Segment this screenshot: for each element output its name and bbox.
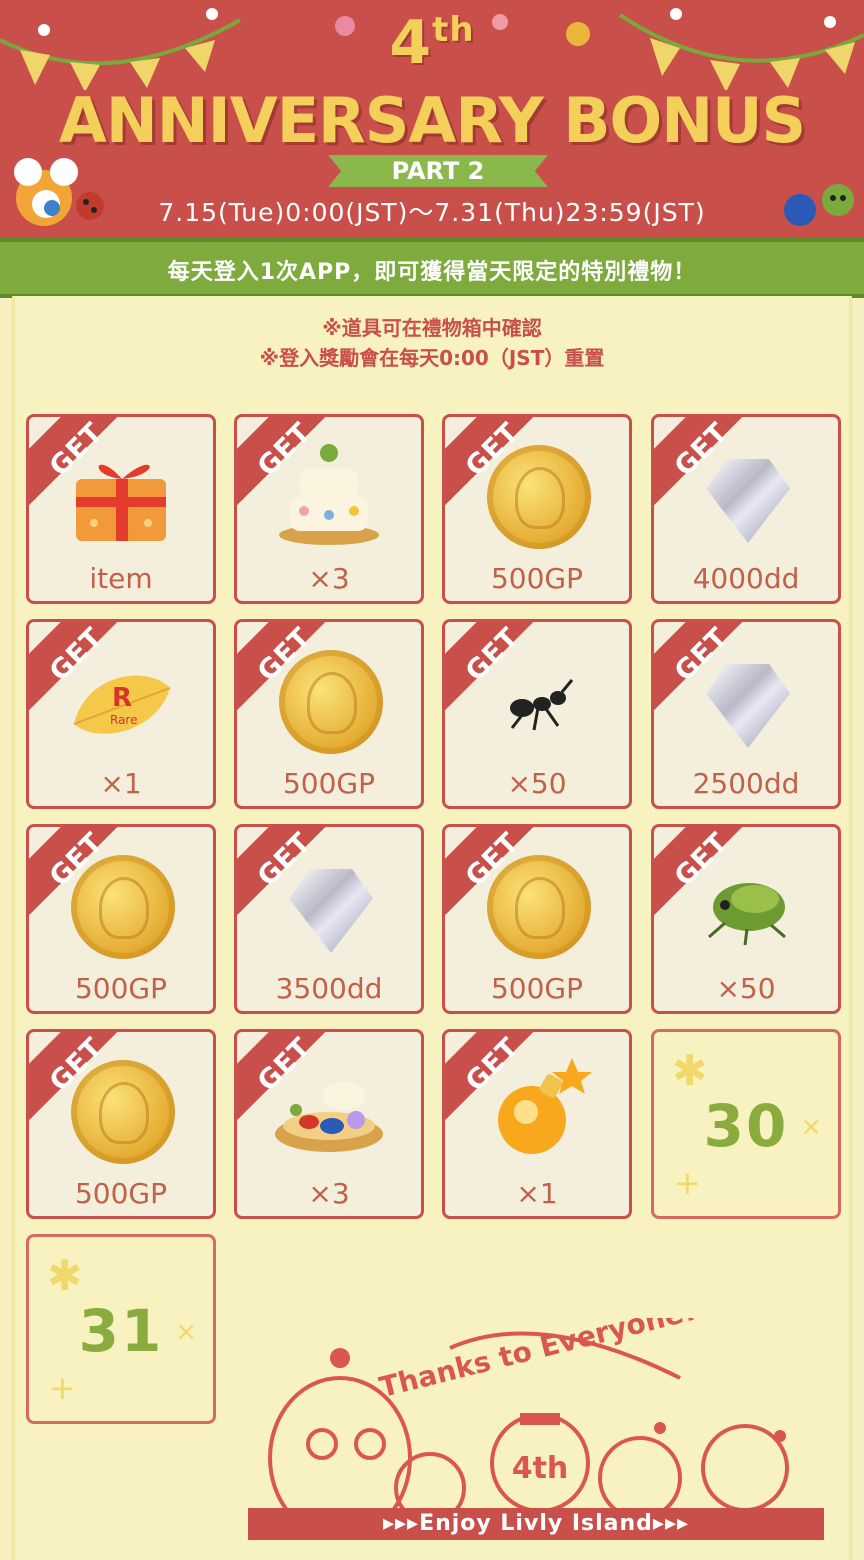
title-suffix: th <box>432 10 475 50</box>
enjoy-banner: ▸▸▸Enjoy Livly Island▸▸▸ <box>248 1508 824 1540</box>
note-gift-box: ※道具可在禮物箱中確認 <box>322 316 542 340</box>
reward-card-day-15[interactable]: GET ×1 <box>442 1029 632 1219</box>
x-mark: × <box>175 1317 197 1347</box>
reward-card-day-5[interactable]: R Rare GET ×1 <box>26 619 216 809</box>
event-dates: 7.15(Tue)0:00(JST)～7.31(Thu)23:59(JST) <box>158 198 706 227</box>
reward-card-day-12[interactable]: GET ×50 <box>651 824 841 1014</box>
mascot-bugs-icon <box>784 184 854 226</box>
reward-card-day-2[interactable]: GET ×3 <box>234 414 424 604</box>
plus-decoration-icon: + <box>49 1369 76 1407</box>
reward-label: ×3 <box>308 1177 350 1210</box>
thanks-text: Thanks to Everyone! <box>376 1318 699 1404</box>
banner-text: 每天登入1次APP，即可獲得當天限定的特別禮物！ <box>167 260 697 285</box>
reward-card-day-11[interactable]: GET 500GP <box>442 824 632 1014</box>
reward-card-day-10[interactable]: GET 3500dd <box>234 824 424 1014</box>
reward-card-day-14[interactable]: GET ×3 <box>234 1029 424 1219</box>
reward-label: 2500dd <box>692 767 800 800</box>
reward-label: ×50 <box>507 767 567 800</box>
star-decoration-icon: ✱ <box>47 1251 83 1300</box>
reward-card-day-13[interactable]: GET 500GP <box>26 1029 216 1219</box>
svg-text:R: R <box>112 683 132 713</box>
reward-label: ×1 <box>516 1177 558 1210</box>
reward-card-day-4[interactable]: GET 4000dd <box>651 414 841 604</box>
reward-card-day-7[interactable]: GET ×50 <box>442 619 632 809</box>
reward-card-day-9[interactable]: GET 500GP <box>26 824 216 1014</box>
x-mark: × <box>800 1112 822 1142</box>
reward-card-day-8[interactable]: GET 2500dd <box>651 619 841 809</box>
reward-label: ×3 <box>308 562 350 595</box>
note-reset-time: ※登入獎勵會在每天0:00（JST）重置 <box>259 346 605 370</box>
mascot-mouse-icon <box>14 158 104 226</box>
reward-label: 500GP <box>74 972 168 1005</box>
reward-label: 500GP <box>490 972 584 1005</box>
header: 4th ANNIVERSARY BONUS PART 2 7.15(Tue)0:… <box>0 0 864 240</box>
reward-label: ×50 <box>716 972 776 1005</box>
reward-label: 500GP <box>74 1177 168 1210</box>
reward-label: 3500dd <box>275 972 383 1005</box>
reward-label: item <box>89 562 153 595</box>
star-decoration-icon: ✱ <box>672 1046 708 1095</box>
anniversary-badge-text: 4th <box>512 1451 569 1486</box>
info-banner: 每天登入1次APP，即可獲得當天限定的特別禮物！ <box>0 238 864 298</box>
reward-card-day-1[interactable]: GET item <box>26 414 216 604</box>
reward-card-day-6[interactable]: GET 500GP <box>234 619 424 809</box>
title-anniversary-number: 4th <box>0 8 864 78</box>
page-title: ANNIVERSARY BONUS <box>58 84 806 157</box>
reward-label: 4000dd <box>692 562 800 595</box>
svg-text:Rare: Rare <box>110 713 137 727</box>
reward-label: 500GP <box>282 767 376 800</box>
reward-label: ×1 <box>100 767 142 800</box>
title-number: 4 <box>389 8 433 78</box>
plus-decoration-icon: + <box>674 1164 701 1202</box>
reward-card-day-3[interactable]: GET 500GP <box>442 414 632 604</box>
upcoming-day-30[interactable]: ✱ 30 × + <box>651 1029 841 1219</box>
upcoming-day-31[interactable]: ✱ 31 × + <box>26 1234 216 1424</box>
reward-label: 500GP <box>490 562 584 595</box>
part-badge: PART 2 <box>328 155 548 187</box>
